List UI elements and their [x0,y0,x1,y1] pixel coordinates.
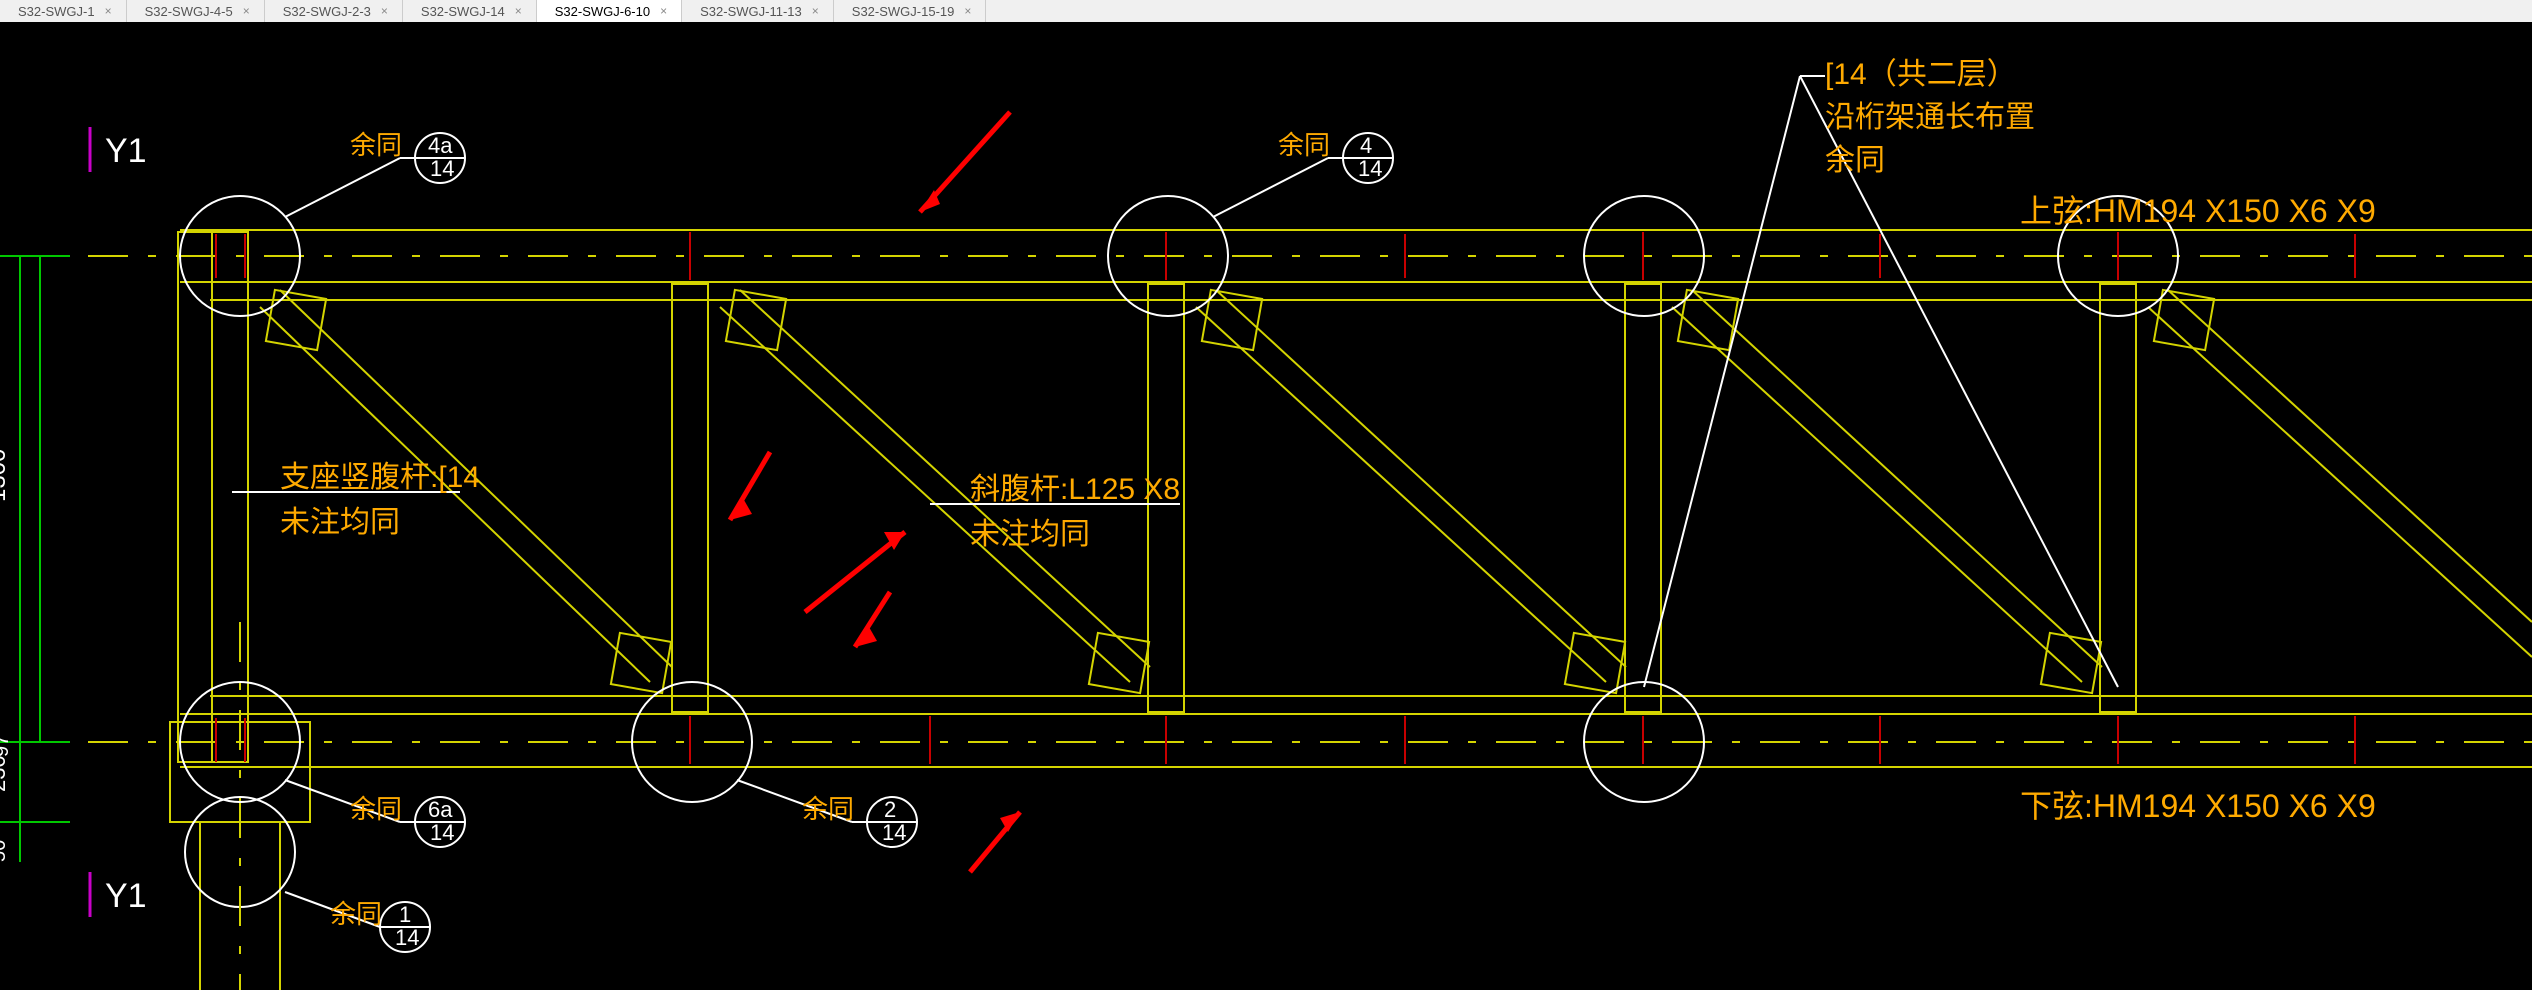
bubble-4a-bot: 14 [430,156,454,181]
bubble-2-bot: 14 [882,820,906,845]
arrow-4 [855,592,890,647]
grid-y1-top: Y1 [90,127,147,172]
top-chord [0,230,2532,300]
label-top-chord: 上弦:HM194 X150 X6 X9 [2020,193,2376,229]
close-icon[interactable]: × [243,4,250,18]
tab-label: S32-SWGJ-15-19 [852,4,955,19]
bubble-4a-top: 4a [428,133,453,158]
tab-swgj-14[interactable]: S32-SWGJ-14 × [403,0,537,22]
tab-label: S32-SWGJ-1 [18,4,95,19]
annotations: 支座竖腹杆:[14 未注均同 斜腹杆:L125 X8 未注均同 [14（共二层）… [232,58,2376,824]
close-icon[interactable]: × [660,4,667,18]
arrow-1 [920,112,1010,212]
cad-viewport[interactable]: 4a 14 余同 4 14 余同 6a 14 余同 2 14 余同 [0,22,2532,990]
arrow-3 [805,532,905,612]
close-icon[interactable]: × [964,4,971,18]
close-icon[interactable]: × [381,4,388,18]
arrow-5 [970,812,1020,872]
detail-callouts: 4a 14 余同 4 14 余同 6a 14 余同 2 14 余同 [180,130,2178,952]
close-icon[interactable]: × [515,4,522,18]
same-label-4: 余同 [802,794,854,824]
tab-label: S32-SWGJ-11-13 [700,4,802,19]
svg-text:1300: 1300 [0,449,11,502]
tab-swgj-6-10[interactable]: S32-SWGJ-6-10 × [537,0,682,22]
label-c14-1: [14（共二层） [1825,58,2017,91]
bubble-1-top: 1 [399,902,411,927]
same-label-5: 余同 [330,899,382,929]
tab-label: S32-SWGJ-6-10 [555,4,650,19]
bubble-1-bot: 14 [395,925,419,950]
bubble-4-bot: 14 [1358,156,1382,181]
label-bot-chord: 下弦:HM194 X150 X6 X9 [2020,788,2376,824]
label-c14-2: 沿桁架通长布置 [1825,101,2035,134]
tab-label: S32-SWGJ-4-5 [145,4,233,19]
tab-swgj-2-3[interactable]: S32-SWGJ-2-3 × [265,0,403,22]
truss-webs [260,232,2532,764]
dimensions: 1300 230 97 50 [0,256,70,862]
tab-label: S32-SWGJ-2-3 [283,4,371,19]
close-icon[interactable]: × [105,4,112,18]
grid-y1-bottom: Y1 [90,872,147,917]
arrow-2 [730,452,770,520]
svg-text:Y1: Y1 [105,132,147,170]
svg-text:50: 50 [0,840,10,862]
label-seat-vert-2: 未注均同 [280,506,400,539]
tab-swgj-11-13[interactable]: S32-SWGJ-11-13 × [682,0,834,22]
bottom-chord [0,696,2532,767]
svg-text:230: 230 [0,755,10,792]
same-label-3: 余同 [350,794,402,824]
bubble-6a-top: 6a [428,797,453,822]
label-c14-3: 余同 [1825,144,1885,177]
label-diag-2: 未注均同 [970,518,1090,551]
tab-label: S32-SWGJ-14 [421,4,505,19]
label-diag-1: 斜腹杆:L125 X8 [970,473,1180,506]
same-label-1: 余同 [350,130,402,160]
tab-swgj-1[interactable]: S32-SWGJ-1 × [0,0,127,22]
bubble-4-top: 4 [1360,133,1372,158]
tab-swgj-15-19[interactable]: S32-SWGJ-15-19 × [834,0,987,22]
svg-text:Y1: Y1 [105,877,147,915]
bubble-2-top: 2 [884,797,896,822]
file-tab-bar: S32-SWGJ-1 × S32-SWGJ-4-5 × S32-SWGJ-2-3… [0,0,2532,22]
label-seat-vert-1: 支座竖腹杆:[14 [280,461,480,494]
bubble-6a-bot: 14 [430,820,454,845]
same-label-2: 余同 [1278,130,1330,160]
close-icon[interactable]: × [812,4,819,18]
tab-swgj-4-5[interactable]: S32-SWGJ-4-5 × [127,0,265,22]
svg-text:97: 97 [0,735,13,757]
